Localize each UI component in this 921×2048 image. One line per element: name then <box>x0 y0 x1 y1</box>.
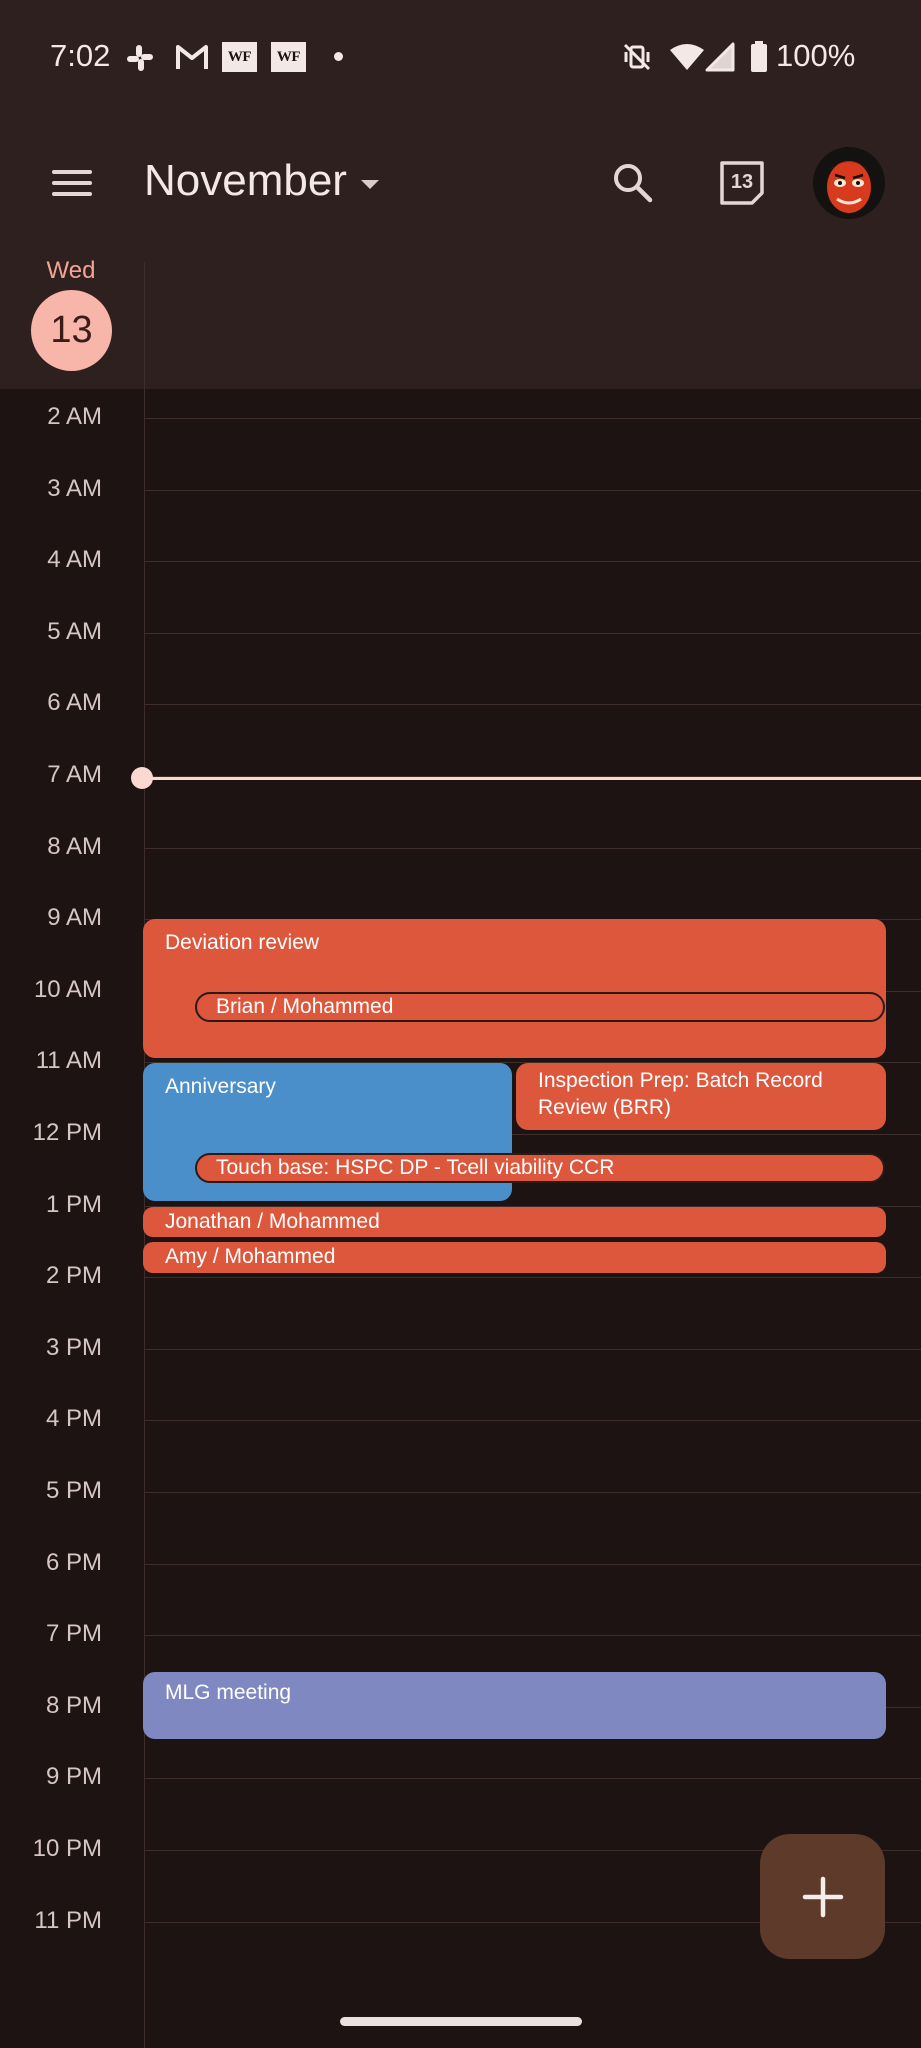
event-mlg-meeting[interactable]: MLG meeting <box>143 1672 886 1739</box>
hour-label: 2 PM <box>45 1262 102 1290</box>
hour-label: 5 AM <box>47 617 102 645</box>
hour-gridline <box>145 1563 921 1565</box>
hour-label: 4 PM <box>45 1405 102 1433</box>
menu-icon[interactable] <box>44 160 100 206</box>
hour-label: 8 PM <box>45 1691 102 1719</box>
avatar[interactable] <box>813 147 885 219</box>
hour-label: 5 PM <box>45 1477 102 1504</box>
current-time-dot <box>131 767 153 789</box>
hour-gridline <box>145 1492 921 1493</box>
today-date-number: 13 <box>730 171 754 193</box>
hour-gridline <box>145 704 921 706</box>
hour-gridline <box>145 1348 921 1350</box>
chevron-down-icon <box>360 179 379 189</box>
hour-label: 12 PM <box>32 1119 102 1146</box>
status-bar: 7:02 WF WF 100% <box>0 0 921 110</box>
event-jonathan-mohammed[interactable]: Jonathan / Mohammed <box>143 1207 886 1237</box>
hour-label: 11 PM <box>34 1906 102 1934</box>
status-time: 7:02 <box>50 38 111 73</box>
hour-gridline <box>145 489 921 491</box>
calendar-screen: 7:02 WF WF 100% November 13 Wed 13 2 AM … <box>0 0 921 2048</box>
hour-label: 4 AM <box>47 546 102 574</box>
more-dot-icon <box>334 52 343 61</box>
wifi-icon <box>668 40 706 74</box>
event-title: Anniversary <box>165 1075 276 1098</box>
hour-gridline <box>145 561 921 563</box>
plus-icon <box>802 1876 843 1917</box>
hour-label: 9 PM <box>45 1763 102 1791</box>
month-label: November <box>144 156 347 205</box>
hour-gridline <box>145 1778 921 1780</box>
current-time-line <box>142 777 921 780</box>
day-number-button[interactable]: 13 <box>31 290 112 371</box>
hour-label: 9 AM <box>47 904 102 932</box>
hour-label: 2 AM <box>47 403 102 430</box>
search-icon[interactable] <box>608 158 658 208</box>
event-title: Jonathan / Mohammed <box>165 1210 380 1233</box>
calendar-today-icon[interactable]: 13 <box>718 159 766 207</box>
event-title: MLG meeting <box>165 1681 292 1704</box>
battery-percent: 100% <box>776 38 856 73</box>
hour-gridline <box>145 1277 921 1279</box>
event-title: Amy / Mohammed <box>165 1245 336 1268</box>
slack-icon <box>124 42 156 74</box>
battery-icon <box>749 40 769 74</box>
hour-label: 10 AM <box>33 975 102 1003</box>
event-title: Deviation review <box>165 931 320 954</box>
hour-label: 3 AM <box>47 474 102 502</box>
hour-gridline <box>145 1420 921 1422</box>
event-title: Brian / Mohammed <box>216 995 394 1018</box>
hour-label: 1 PM <box>45 1190 102 1218</box>
event-deviation-review[interactable]: Deviation review <box>143 919 886 1058</box>
event-brian-mohammed[interactable]: Brian / Mohammed <box>195 992 885 1022</box>
hour-gridline <box>145 632 921 634</box>
month-selector-button[interactable]: November <box>144 156 379 206</box>
hour-label: 8 AM <box>47 832 102 860</box>
gesture-home-bar[interactable] <box>340 2017 582 2026</box>
gmail-icon <box>174 42 210 72</box>
hour-gridline <box>145 418 921 419</box>
hour-label: 7 PM <box>45 1620 102 1648</box>
event-amy-mohammed[interactable]: Amy / Mohammed <box>143 1242 886 1273</box>
wf-app-icon: WF <box>271 42 306 72</box>
hour-label: 6 PM <box>45 1548 102 1576</box>
create-event-button[interactable] <box>760 1834 885 1959</box>
wf-app-icon: WF <box>222 42 257 72</box>
event-title: Inspection Prep: Batch Record Review (BR… <box>538 1069 823 1119</box>
event-inspection-prep[interactable]: Inspection Prep: Batch Record Review (BR… <box>516 1063 886 1130</box>
hour-label: 10 PM <box>32 1835 102 1862</box>
signal-icon <box>704 40 736 74</box>
event-title: Touch base: HSPC DP - Tcell viability CC… <box>216 1156 615 1179</box>
vibrate-off-icon <box>620 40 654 74</box>
hour-gridline <box>145 847 921 849</box>
hour-label: 7 AM <box>47 761 102 788</box>
day-name: Wed <box>46 257 96 284</box>
day-number: 13 <box>50 309 93 351</box>
hour-label: 6 AM <box>47 689 102 717</box>
hour-label: 11 AM <box>35 1047 102 1075</box>
hour-gridline <box>145 1635 921 1637</box>
event-touch-base[interactable]: Touch base: HSPC DP - Tcell viability CC… <box>195 1153 885 1183</box>
hour-label: 3 PM <box>45 1333 102 1361</box>
